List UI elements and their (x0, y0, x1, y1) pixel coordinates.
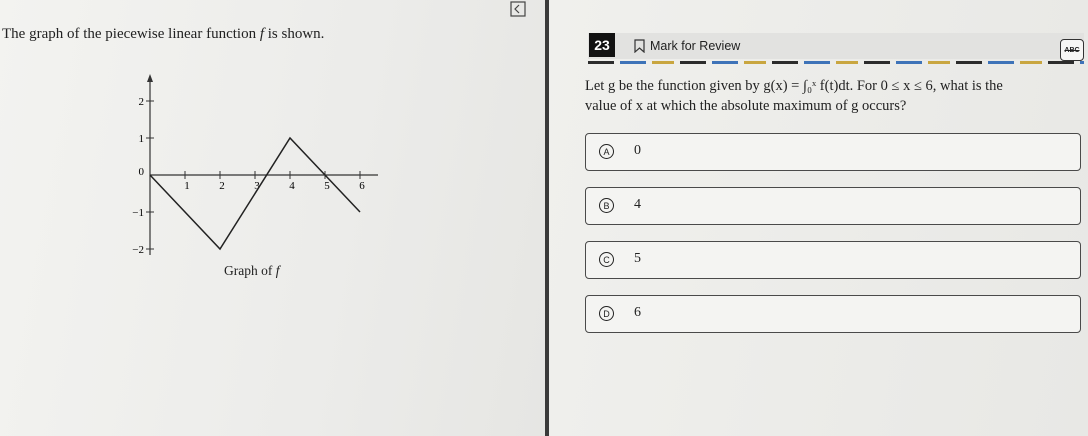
x-tick-label: 2 (219, 180, 225, 192)
graph-caption: Graph of f (224, 263, 280, 278)
mark-for-review-button[interactable]: Mark for Review (634, 36, 740, 56)
choice-value: 0 (634, 143, 641, 158)
answer-eliminator-button[interactable]: ABC (1060, 39, 1084, 61)
choice-b[interactable]: B 4 (585, 187, 1081, 225)
y-tick-label: 0 (139, 166, 145, 178)
stem-line-1: Let g be the function given by g(x) = ∫₀… (585, 78, 1003, 94)
stem-line-2: value of x at which the absolute maximum… (585, 98, 907, 114)
question-number: 23 (589, 33, 615, 57)
x-tick-label: 1 (184, 180, 190, 192)
header-divider (588, 61, 1084, 64)
mark-for-review-label: Mark for Review (650, 39, 741, 53)
choice-d[interactable]: D 6 (585, 295, 1081, 333)
y-tick-label: 1 (139, 133, 145, 145)
graph-of-f: 123456 2 1 0 −1 −2 (110, 70, 400, 290)
choice-value: 4 (634, 197, 641, 212)
function-line (149, 136, 361, 251)
x-tick-label: 4 (289, 180, 295, 192)
bookmark-icon (634, 39, 645, 53)
graph-svg: 123456 210−1−2 (132, 74, 378, 256)
choice-letter: D (599, 306, 614, 321)
x-tick-label: 6 (359, 180, 365, 192)
choice-c[interactable]: C 5 (585, 241, 1081, 279)
choice-letter: A (599, 144, 614, 159)
x-tick-label: 5 (324, 180, 330, 192)
y-tick-label: 2 (139, 96, 145, 108)
collapse-pane-icon[interactable] (508, 0, 528, 18)
choice-value: 6 (634, 305, 641, 320)
y-axis-arrow (147, 74, 153, 82)
choice-value: 5 (634, 251, 641, 266)
left-pane: The graph of the piecewise linear functi… (0, 0, 545, 436)
y-tick-label: −2 (132, 244, 144, 256)
choice-letter: C (599, 252, 614, 267)
question-stem: Let g be the function given by g(x) = ∫₀… (585, 76, 1080, 116)
choice-letter: B (599, 198, 614, 213)
choice-a[interactable]: A 0 (585, 133, 1081, 171)
question-prompt: The graph of the piecewise linear functi… (2, 26, 325, 42)
y-tick-label: −1 (132, 207, 144, 219)
